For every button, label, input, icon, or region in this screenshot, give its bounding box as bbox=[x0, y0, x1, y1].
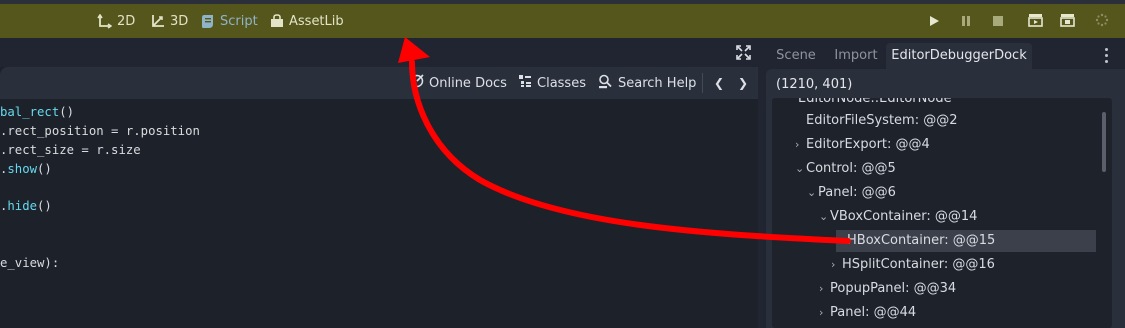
search-help-label: Search Help bbox=[618, 75, 697, 91]
code-area[interactable]: bal_rect() .rect_position = r.position .… bbox=[0, 99, 758, 328]
pause-icon bbox=[960, 12, 972, 31]
workspace-3d-button[interactable]: 3D bbox=[150, 8, 188, 34]
chevron-right-icon: › bbox=[836, 234, 841, 247]
pause-button[interactable] bbox=[958, 13, 974, 29]
play-scene-button[interactable] bbox=[1027, 13, 1043, 29]
kebab-menu-icon bbox=[1105, 48, 1108, 51]
classes-button[interactable]: Classes bbox=[518, 73, 586, 93]
code-line: e_view): bbox=[0, 256, 60, 270]
chevron-down-icon: ⌄ bbox=[795, 162, 805, 175]
node-tree[interactable]: EditorNode::EditorNode EditorFileSystem:… bbox=[772, 98, 1112, 328]
history-back-button[interactable]: ❮ bbox=[714, 73, 724, 93]
search-help-button[interactable]: Search Help bbox=[598, 73, 696, 93]
code-line: .show() bbox=[0, 162, 52, 176]
script-editor: Online Docs Classes Search Help ❮ ❯ bal_… bbox=[0, 38, 758, 328]
workspace-3d-label: 3D bbox=[170, 13, 189, 29]
3d-icon bbox=[150, 14, 165, 29]
external-link-icon bbox=[410, 74, 424, 92]
toolbar-separator bbox=[702, 73, 703, 93]
tree-item[interactable]: EditorFileSystem: @@2 bbox=[772, 110, 1112, 132]
chevron-right-icon: ❯ bbox=[738, 76, 749, 90]
play-button[interactable] bbox=[926, 13, 942, 29]
search-doc-icon bbox=[598, 74, 613, 93]
history-forward-button[interactable]: ❯ bbox=[738, 73, 748, 93]
chevron-right-icon: › bbox=[795, 138, 800, 151]
editor-tabs-row bbox=[0, 38, 758, 67]
workspace-assetlib-button[interactable]: AssetLib bbox=[270, 8, 344, 34]
tab-import[interactable]: Import bbox=[828, 43, 884, 69]
tree-item[interactable]: ⌄ Panel: @@6 bbox=[772, 182, 1112, 204]
chevron-right-icon: › bbox=[819, 282, 824, 295]
play-scene-icon bbox=[1027, 12, 1043, 31]
workspace-script-button[interactable]: Script bbox=[201, 8, 258, 34]
2d-icon bbox=[97, 13, 112, 29]
code-line: .rect_size = r.size bbox=[0, 143, 141, 157]
tab-scene[interactable]: Scene bbox=[770, 43, 822, 69]
workspace-2d-button[interactable]: 2D bbox=[97, 8, 135, 34]
tree-item-selected[interactable]: › HBoxContainer: @@15 bbox=[836, 230, 1096, 252]
fullscreen-icon bbox=[736, 45, 751, 64]
play-custom-scene-button[interactable] bbox=[1059, 13, 1075, 29]
tree-scrollbar[interactable] bbox=[1102, 112, 1106, 328]
tree-item[interactable]: EditorNode::EditorNode bbox=[772, 98, 1112, 110]
play-custom-scene-icon bbox=[1059, 12, 1075, 31]
chevron-down-icon: ⌄ bbox=[819, 210, 829, 223]
workspace-script-label: Script bbox=[220, 13, 258, 29]
loading-indicator bbox=[1094, 13, 1110, 29]
online-docs-button[interactable]: Online Docs bbox=[410, 73, 507, 93]
tree-item[interactable]: › EditorExport: @@4 bbox=[772, 134, 1112, 156]
play-icon bbox=[928, 12, 940, 31]
code-line: bal_rect() bbox=[0, 105, 75, 119]
classes-label: Classes bbox=[537, 75, 586, 91]
editor-toolbar: Online Docs Classes Search Help ❮ ❯ bbox=[0, 67, 758, 99]
code-line: .hide() bbox=[0, 199, 52, 213]
script-icon bbox=[201, 14, 215, 29]
tree-item[interactable]: › Panel: @@44 bbox=[772, 302, 1112, 324]
mouse-coords-readout: (1210, 401) bbox=[776, 77, 853, 92]
tree-item[interactable]: ⌄ Control: @@5 bbox=[772, 158, 1112, 180]
tree-item[interactable]: ⌄ VBoxContainer: @@14 bbox=[772, 206, 1112, 228]
chevron-left-icon: ❮ bbox=[714, 76, 725, 90]
code-line: .rect_position = r.position bbox=[0, 124, 200, 138]
workspace-2d-label: 2D bbox=[117, 13, 136, 29]
dock-menu-button[interactable] bbox=[1105, 48, 1109, 66]
distraction-free-button[interactable] bbox=[736, 45, 751, 64]
loading-icon bbox=[1095, 12, 1109, 31]
right-dock: Scene Import EditorDebuggerDock (1210, 4… bbox=[766, 38, 1125, 328]
workspace-bar: 2D 3D Script AssetLib bbox=[0, 4, 1125, 38]
stop-button[interactable] bbox=[990, 13, 1006, 29]
stop-icon bbox=[992, 12, 1004, 31]
workspace-assetlib-label: AssetLib bbox=[289, 13, 344, 29]
tree-item[interactable]: › HSplitContainer: @@16 bbox=[772, 254, 1112, 276]
chevron-down-icon: ⌄ bbox=[807, 186, 817, 199]
tab-editor-debugger-dock[interactable]: EditorDebuggerDock bbox=[886, 43, 1032, 69]
chevron-right-icon: › bbox=[831, 258, 836, 271]
online-docs-label: Online Docs bbox=[429, 75, 507, 91]
class-list-icon bbox=[518, 74, 532, 92]
debugger-dock-panel: (1210, 401) EditorNode::EditorNode Edito… bbox=[766, 69, 1125, 328]
chevron-right-icon: › bbox=[819, 306, 824, 319]
tree-scrollbar-thumb[interactable] bbox=[1102, 112, 1106, 172]
editor-split-gap bbox=[758, 38, 766, 328]
assetlib-icon bbox=[270, 14, 284, 28]
tree-item[interactable]: › PopupPanel: @@34 bbox=[772, 278, 1112, 300]
